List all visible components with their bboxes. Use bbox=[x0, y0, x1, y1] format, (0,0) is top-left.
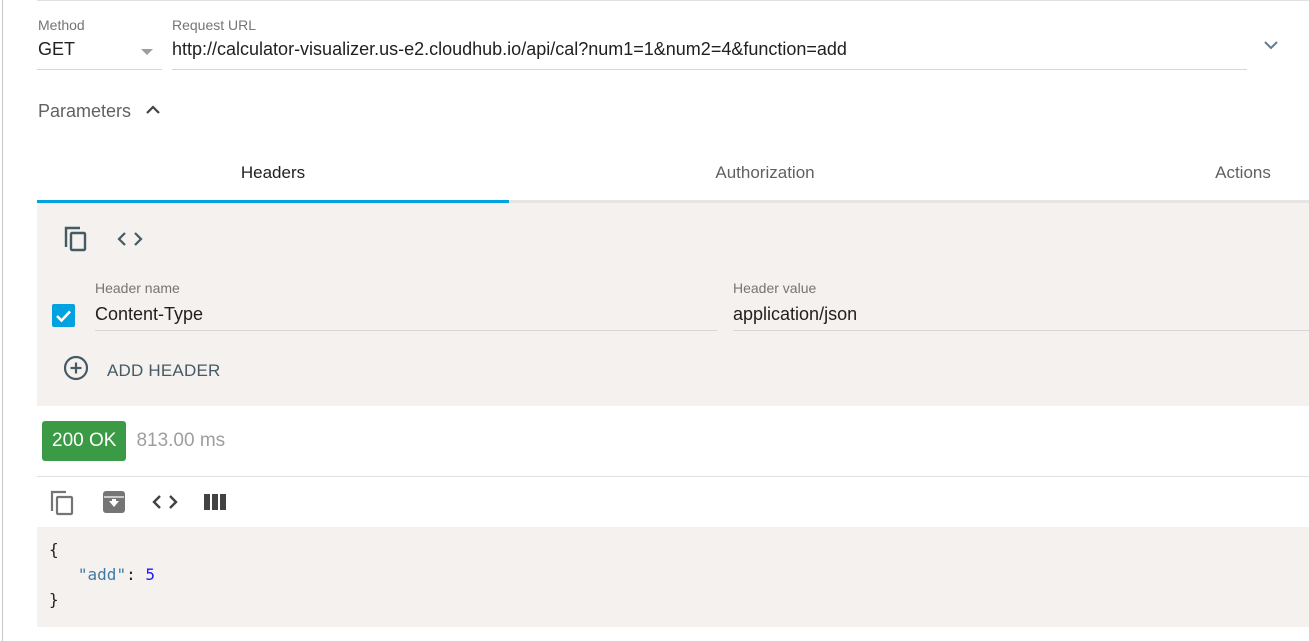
copy-icon[interactable] bbox=[63, 225, 89, 253]
parameters-label: Parameters bbox=[38, 101, 132, 121]
code-icon[interactable] bbox=[117, 230, 143, 248]
json-close-brace: } bbox=[49, 590, 59, 609]
archive-download-icon[interactable] bbox=[102, 490, 126, 514]
checkmark-icon bbox=[56, 310, 71, 322]
header-value-label: Header value bbox=[733, 280, 817, 296]
request-url-input[interactable]: http://calculator-visualizer.us-e2.cloud… bbox=[172, 37, 1247, 61]
header-value-input[interactable]: application/json bbox=[733, 302, 1309, 326]
headers-panel: Header name Content-Type Header value ap… bbox=[37, 203, 1309, 406]
response-status-row: 200 OK 813.00 ms bbox=[42, 421, 225, 461]
columns-icon[interactable] bbox=[204, 493, 226, 511]
status-badge: 200 OK bbox=[42, 421, 127, 461]
tab-authorization[interactable]: Authorization bbox=[509, 145, 1021, 200]
add-header-label: ADD HEADER bbox=[107, 360, 221, 380]
request-url-field[interactable]: Request URL http://calculator-visualizer… bbox=[172, 17, 1247, 61]
response-toolbar bbox=[48, 488, 226, 516]
add-header-button[interactable]: ADD HEADER bbox=[63, 355, 220, 386]
json-colon: : bbox=[126, 565, 146, 584]
header-name-input[interactable]: Content-Type bbox=[95, 302, 717, 326]
code-icon[interactable] bbox=[152, 493, 178, 511]
parameters-toggle[interactable]: Parameters bbox=[38, 101, 161, 122]
header-enabled-checkbox[interactable] bbox=[52, 304, 75, 327]
chevron-up-icon bbox=[145, 103, 161, 121]
header-name-field[interactable]: Header name Content-Type bbox=[95, 280, 717, 326]
method-underline bbox=[37, 69, 162, 70]
add-circle-icon bbox=[63, 355, 89, 386]
tab-headers[interactable]: Headers bbox=[37, 145, 509, 200]
left-border bbox=[2, 0, 3, 641]
caret-down-icon[interactable] bbox=[141, 49, 153, 55]
headers-toolbar bbox=[63, 225, 143, 253]
response-divider bbox=[37, 476, 1309, 477]
method-label: Method bbox=[38, 17, 85, 33]
header-name-label: Header name bbox=[95, 280, 180, 296]
header-value-field[interactable]: Header value application/json bbox=[733, 280, 1309, 326]
request-url-label: Request URL bbox=[172, 17, 257, 33]
response-time: 813.00 ms bbox=[136, 430, 226, 451]
header-name-underline bbox=[95, 330, 717, 331]
json-key: "add" bbox=[77, 565, 127, 584]
json-open-brace: { bbox=[49, 540, 59, 559]
top-border bbox=[37, 0, 1309, 1]
copy-icon[interactable] bbox=[48, 488, 76, 516]
chevron-down-icon[interactable] bbox=[1262, 38, 1280, 52]
tab-bar: Headers Authorization Actions bbox=[37, 145, 1309, 203]
response-body: { "add": 5 } bbox=[37, 527, 1309, 627]
tab-actions[interactable]: Actions bbox=[1177, 145, 1309, 200]
header-value-underline bbox=[733, 330, 1309, 331]
request-url-underline bbox=[172, 69, 1247, 70]
json-value: 5 bbox=[145, 565, 155, 584]
